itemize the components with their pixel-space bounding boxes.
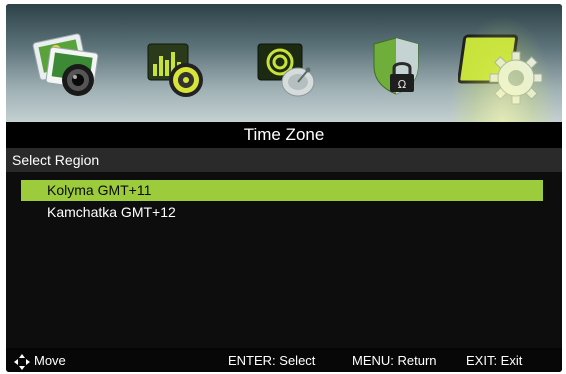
footer-menu: MENU: Return <box>352 353 437 368</box>
footer-exit: EXIT: Exit <box>466 353 523 368</box>
channel-icon <box>257 43 315 97</box>
region-list: Kolyma GMT+11 Kamchatka GMT+12 <box>6 172 562 348</box>
svg-text:Ω: Ω <box>398 78 406 91</box>
section-label: Select Region <box>6 148 562 172</box>
picture-icon <box>32 33 99 96</box>
menu-tab-channel[interactable] <box>244 14 334 114</box>
menu-tab-sound[interactable] <box>134 14 224 114</box>
list-item-region[interactable]: Kamchatka GMT+12 <box>21 202 543 223</box>
sound-icon <box>147 43 203 97</box>
dpad-arrows-icon <box>12 350 32 372</box>
menu-tab-lock[interactable]: Ω <box>354 14 444 114</box>
setup-gear-icon <box>458 34 543 105</box>
footer-move: Move <box>34 353 66 368</box>
menu-icon-bar: Ω <box>6 4 562 122</box>
list-item-region-selected[interactable]: Kolyma GMT+11 <box>21 180 543 201</box>
menu-tab-setup[interactable] <box>448 14 558 122</box>
lock-icon: Ω <box>373 37 419 95</box>
page-title: Time Zone <box>6 122 562 148</box>
footer-help-bar: Move ENTER: Select MENU: Return EXIT: Ex… <box>6 350 562 372</box>
footer-enter: ENTER: Select <box>228 353 316 368</box>
tv-osd-screen: Ω Time Zone Select Region Kolyma GMT+11 … <box>6 4 562 372</box>
menu-tab-picture[interactable] <box>26 14 116 114</box>
